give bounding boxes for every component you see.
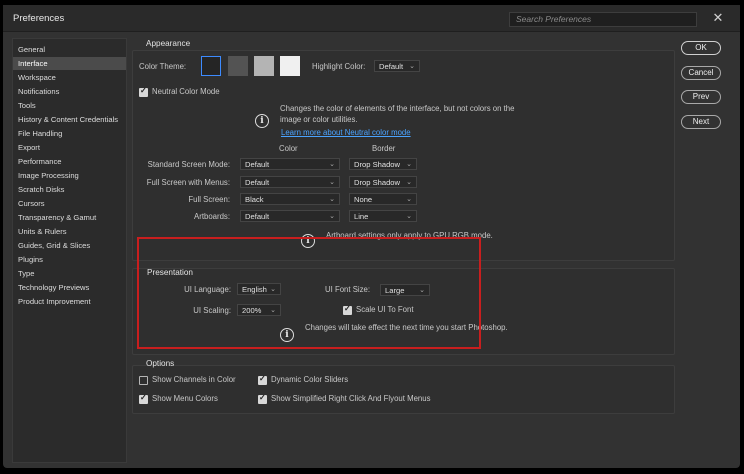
theme-swatch-light[interactable]: [254, 56, 274, 76]
cancel-button[interactable]: Cancel: [681, 66, 721, 80]
chevron-down-icon: ⌄: [329, 179, 335, 186]
column-header-color: Color: [279, 144, 298, 153]
theme-swatch-dark[interactable]: [228, 56, 248, 76]
chevron-down-icon: ⌄: [409, 63, 415, 70]
full-screen-menus-color-dropdown[interactable]: Default ⌄: [240, 176, 340, 188]
full-screen-menus-border-value: Drop Shadow: [354, 178, 401, 187]
close-icon[interactable]: ✕: [711, 11, 725, 25]
full-screen-color-dropdown[interactable]: Black ⌄: [240, 193, 340, 205]
highlight-annotation-box: [137, 237, 481, 349]
chevron-down-icon: ⌄: [406, 179, 412, 186]
standard-screen-border-value: Drop Shadow: [354, 160, 401, 169]
full-screen-menus-label: Full Screen with Menus:: [146, 178, 230, 187]
chevron-down-icon: ⌄: [406, 196, 412, 203]
neutral-mode-learn-more-link[interactable]: Learn more about Neutral color mode: [281, 128, 411, 137]
sidebar-item-cursors[interactable]: Cursors: [13, 197, 126, 210]
sidebar-item-performance[interactable]: Performance: [13, 155, 126, 168]
sidebar: General Interface Workspace Notification…: [12, 38, 127, 463]
full-screen-border-value: None: [354, 195, 373, 204]
full-screen-menus-border-dropdown[interactable]: Drop Shadow ⌄: [349, 176, 417, 188]
chevron-down-icon: ⌄: [406, 213, 412, 220]
dynamic-color-sliders-label: Dynamic Color Sliders: [271, 375, 349, 384]
sidebar-item-product-improvement[interactable]: Product Improvement: [13, 295, 126, 308]
sidebar-item-general[interactable]: General: [13, 43, 126, 56]
highlight-color-value: Default: [379, 62, 404, 71]
full-screen-color-value: Black: [245, 195, 264, 204]
sidebar-item-notifications[interactable]: Notifications: [13, 85, 126, 98]
sidebar-item-technology-previews[interactable]: Technology Previews: [13, 281, 126, 294]
neutral-color-mode-label: Neutral Color Mode: [152, 87, 220, 96]
sidebar-item-scratch-disks[interactable]: Scratch Disks: [13, 183, 126, 196]
appearance-panel: [132, 50, 675, 261]
sidebar-item-image-processing[interactable]: Image Processing: [13, 169, 126, 182]
show-channels-in-color-label: Show Channels in Color: [152, 375, 236, 384]
artboards-label: Artboards:: [194, 212, 230, 221]
ok-button[interactable]: OK: [681, 41, 721, 55]
window-title: Preferences: [13, 13, 65, 24]
sidebar-item-workspace[interactable]: Workspace: [13, 71, 126, 84]
options-title: Options: [146, 359, 175, 368]
column-header-border: Border: [372, 144, 396, 153]
full-screen-border-dropdown[interactable]: None ⌄: [349, 193, 417, 205]
artboards-color-dropdown[interactable]: Default ⌄: [240, 210, 340, 222]
show-channels-in-color-checkbox[interactable]: [139, 376, 148, 385]
standard-screen-color-dropdown[interactable]: Default ⌄: [240, 158, 340, 170]
standard-screen-border-dropdown[interactable]: Drop Shadow ⌄: [349, 158, 417, 170]
appearance-title: Appearance: [146, 39, 191, 48]
simplified-menus-checkbox[interactable]: [258, 393, 267, 404]
sidebar-item-units[interactable]: Units & Rulers: [13, 225, 126, 238]
dynamic-color-sliders-checkbox[interactable]: [258, 374, 267, 385]
search-input[interactable]: Search Preferences: [509, 12, 697, 27]
neutral-info-line1: Changes the color of elements of the int…: [280, 104, 515, 113]
sidebar-item-tools[interactable]: Tools: [13, 99, 126, 112]
standard-screen-mode-label: Standard Screen Mode:: [147, 160, 230, 169]
sidebar-item-guides[interactable]: Guides, Grid & Slices: [13, 239, 126, 252]
sidebar-item-history[interactable]: History & Content Credentials: [13, 113, 126, 126]
sidebar-item-file-handling[interactable]: File Handling: [13, 127, 126, 140]
chevron-down-icon: ⌄: [329, 213, 335, 220]
artboards-color-value: Default: [245, 212, 270, 221]
full-screen-label: Full Screen:: [188, 195, 230, 204]
simplified-menus-label: Show Simplified Right Click And Flyout M…: [271, 394, 431, 403]
neutral-color-mode-checkbox[interactable]: [139, 86, 148, 97]
info-icon: i: [255, 114, 269, 128]
chevron-down-icon: ⌄: [406, 161, 412, 168]
sidebar-item-type[interactable]: Type: [13, 267, 126, 280]
sidebar-item-export[interactable]: Export: [13, 141, 126, 154]
chevron-down-icon: ⌄: [329, 196, 335, 203]
artboards-border-dropdown[interactable]: Line ⌄: [349, 210, 417, 222]
options-panel: [132, 365, 675, 414]
show-menu-colors-label: Show Menu Colors: [152, 394, 218, 403]
sidebar-item-plugins[interactable]: Plugins: [13, 253, 126, 266]
theme-swatch-lightest[interactable]: [280, 56, 300, 76]
highlight-color-dropdown[interactable]: Default ⌄: [374, 60, 420, 72]
prev-button[interactable]: Prev: [681, 90, 721, 104]
artboards-border-value: Line: [354, 212, 369, 221]
sidebar-item-transparency[interactable]: Transparency & Gamut: [13, 211, 126, 224]
title-bar: Preferences Search Preferences ✕: [3, 5, 740, 32]
standard-screen-color-value: Default: [245, 160, 270, 169]
highlight-color-label: Highlight Color:: [312, 62, 366, 71]
chevron-down-icon: ⌄: [329, 161, 335, 168]
sidebar-item-interface[interactable]: Interface: [13, 57, 126, 70]
color-theme-label: Color Theme:: [139, 62, 187, 71]
neutral-info-line2: image or color utilities.: [280, 115, 358, 124]
theme-swatch-darkest[interactable]: [201, 56, 221, 76]
full-screen-menus-color-value: Default: [245, 178, 270, 187]
next-button[interactable]: Next: [681, 115, 721, 129]
show-menu-colors-checkbox[interactable]: [139, 393, 148, 404]
